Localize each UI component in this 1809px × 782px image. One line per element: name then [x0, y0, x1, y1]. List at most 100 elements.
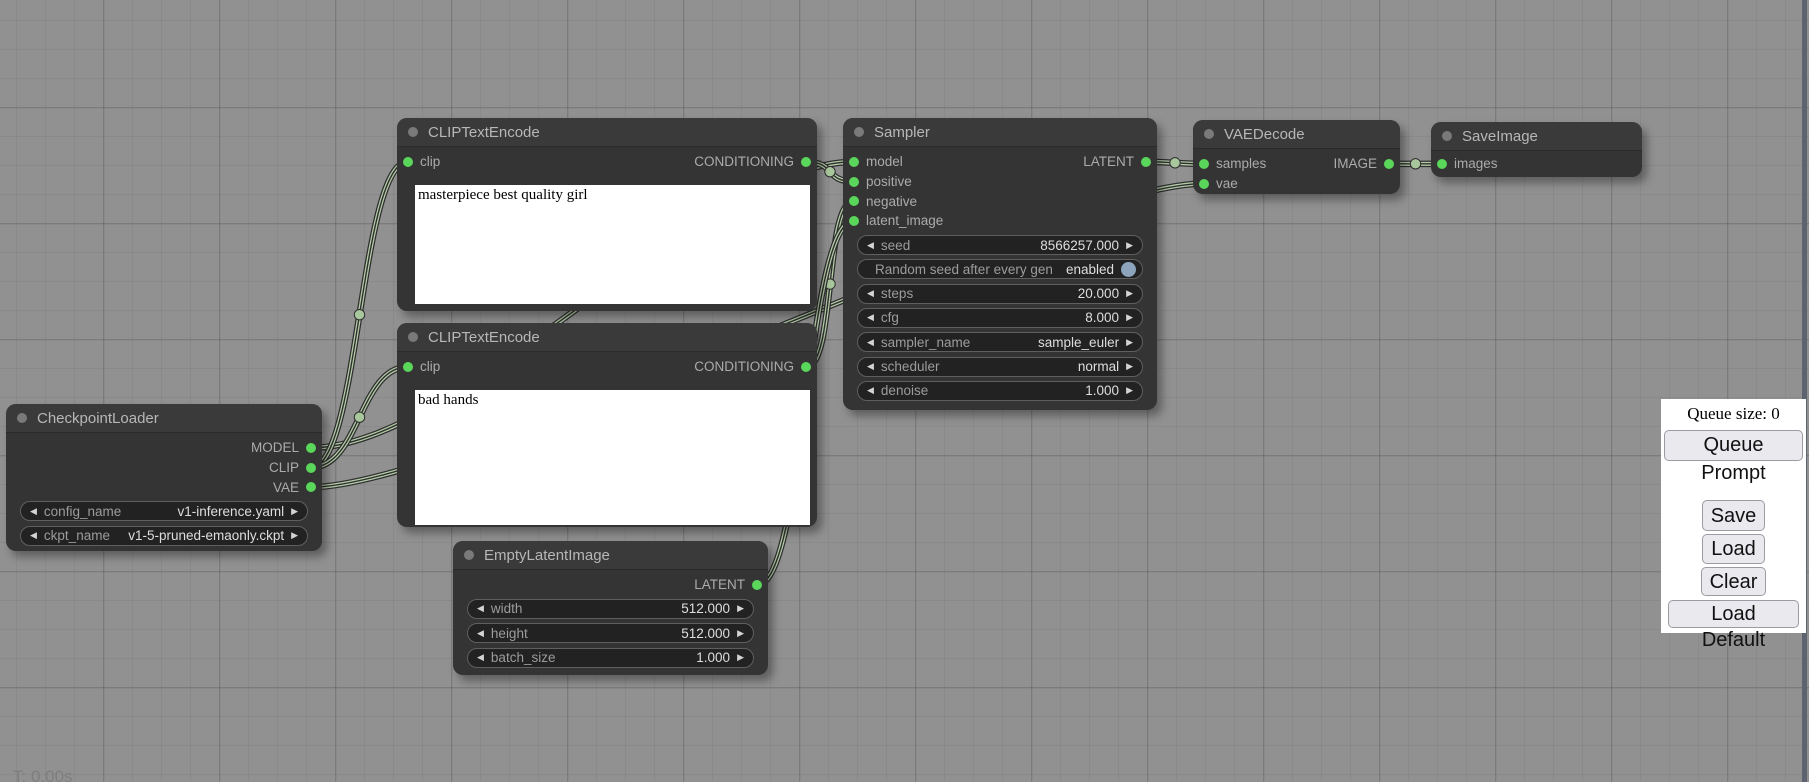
collapse-dot-icon[interactable]	[1204, 129, 1214, 139]
output-port-vae[interactable]	[306, 482, 316, 492]
node-save-image[interactable]: SaveImage images	[1431, 122, 1642, 177]
decrement-arrow-icon[interactable]: ◀	[477, 604, 484, 613]
increment-arrow-icon[interactable]: ▶	[737, 653, 744, 662]
input-slot-latent-image: latent_image	[849, 213, 943, 228]
increment-arrow-icon[interactable]: ▶	[1126, 289, 1133, 298]
collapse-dot-icon[interactable]	[17, 413, 27, 423]
output-port-conditioning[interactable]	[801, 362, 811, 372]
input-port-clip[interactable]	[403, 157, 413, 167]
prompt-textarea[interactable]: masterpiece best quality girl	[415, 185, 810, 304]
height-widget[interactable]: ◀ height 512.000 ▶	[467, 623, 754, 643]
increment-arrow-icon[interactable]: ▶	[737, 604, 744, 613]
clear-button[interactable]: Clear	[1701, 567, 1767, 596]
output-port-latent[interactable]	[752, 580, 762, 590]
output-slot-latent: LATENT	[1083, 154, 1151, 169]
increment-arrow-icon[interactable]: ▶	[1126, 241, 1133, 250]
increment-arrow-icon[interactable]: ▶	[291, 531, 298, 540]
node-title-bar[interactable]: CLIPTextEncode	[397, 323, 817, 352]
queue-size-label: Queue size: 0	[1661, 404, 1806, 424]
queue-prompt-button[interactable]: Queue Prompt	[1664, 430, 1803, 461]
decrement-arrow-icon[interactable]: ◀	[867, 313, 874, 322]
decrement-arrow-icon[interactable]: ◀	[867, 386, 874, 395]
decrement-arrow-icon[interactable]: ◀	[477, 629, 484, 638]
node-title-bar[interactable]: CheckpointLoader	[6, 404, 322, 433]
input-port-positive[interactable]	[849, 177, 859, 187]
collapse-dot-icon[interactable]	[854, 127, 864, 137]
config-name-widget[interactable]: ◀ config_name v1-inference.yaml ▶	[20, 501, 308, 521]
decrement-arrow-icon[interactable]: ◀	[867, 241, 874, 250]
node-title-bar[interactable]: SaveImage	[1431, 122, 1642, 151]
widget-value: 20.000	[1078, 286, 1119, 301]
output-port-latent[interactable]	[1141, 157, 1151, 167]
output-port-image[interactable]	[1384, 159, 1394, 169]
decrement-arrow-icon[interactable]: ◀	[30, 507, 37, 516]
load-button[interactable]: Load	[1702, 534, 1765, 564]
input-label: samples	[1216, 156, 1266, 171]
save-button[interactable]: Save	[1702, 500, 1766, 531]
increment-arrow-icon[interactable]: ▶	[1126, 338, 1133, 347]
decrement-arrow-icon[interactable]: ◀	[867, 289, 874, 298]
input-port-vae[interactable]	[1199, 179, 1209, 189]
cfg-widget[interactable]: ◀ cfg 8.000 ▶	[857, 308, 1143, 328]
scheduler-widget[interactable]: ◀ scheduler normal ▶	[857, 357, 1143, 377]
increment-arrow-icon[interactable]: ▶	[291, 507, 298, 516]
node-title: CLIPTextEncode	[428, 329, 540, 346]
node-vae-decode[interactable]: VAEDecode samples IMAGE vae	[1193, 120, 1400, 194]
output-port-model[interactable]	[306, 443, 316, 453]
widget-label: config_name	[44, 504, 121, 519]
input-port-clip[interactable]	[403, 362, 413, 372]
node-clip-text-encode-positive[interactable]: CLIPTextEncode clip CONDITIONING masterp…	[397, 118, 817, 311]
increment-arrow-icon[interactable]: ▶	[1126, 386, 1133, 395]
decrement-arrow-icon[interactable]: ◀	[30, 531, 37, 540]
node-title-bar[interactable]: VAEDecode	[1193, 120, 1400, 149]
toggle-indicator-icon[interactable]	[1121, 262, 1136, 277]
widget-label: steps	[881, 286, 913, 301]
node-title: VAEDecode	[1224, 126, 1305, 143]
node-title-bar[interactable]: Sampler	[843, 118, 1157, 147]
input-port-images[interactable]	[1437, 159, 1447, 169]
node-title-bar[interactable]: CLIPTextEncode	[397, 118, 817, 147]
collapse-dot-icon[interactable]	[464, 550, 474, 560]
batch-size-widget[interactable]: ◀ batch_size 1.000 ▶	[467, 648, 754, 668]
output-port-conditioning[interactable]	[801, 157, 811, 167]
sampler-name-widget[interactable]: ◀ sampler_name sample_euler ▶	[857, 332, 1143, 352]
widget-label: height	[491, 626, 528, 641]
decrement-arrow-icon[interactable]: ◀	[867, 362, 874, 371]
steps-widget[interactable]: ◀ steps 20.000 ▶	[857, 284, 1143, 304]
random-seed-toggle[interactable]: Random seed after every gen enabled	[857, 259, 1143, 279]
increment-arrow-icon[interactable]: ▶	[1126, 362, 1133, 371]
increment-arrow-icon[interactable]: ▶	[737, 629, 744, 638]
load-default-button[interactable]: Load Default	[1668, 600, 1799, 628]
output-slot-image: IMAGE	[1333, 156, 1394, 171]
input-label: model	[866, 154, 903, 169]
output-slot-clip: CLIP	[269, 460, 316, 475]
widget-label: batch_size	[491, 650, 556, 665]
input-port-negative[interactable]	[849, 196, 859, 206]
node-clip-text-encode-negative[interactable]: CLIPTextEncode clip CONDITIONING bad han…	[397, 323, 817, 527]
output-port-clip[interactable]	[306, 463, 316, 473]
node-sampler[interactable]: Sampler model LATENT positive	[843, 118, 1157, 410]
widget-value: 1.000	[1085, 383, 1119, 398]
node-title-bar[interactable]: EmptyLatentImage	[453, 541, 768, 570]
decrement-arrow-icon[interactable]: ◀	[867, 338, 874, 347]
ckpt-name-widget[interactable]: ◀ ckpt_name v1-5-pruned-emaonly.ckpt ▶	[20, 526, 308, 546]
increment-arrow-icon[interactable]: ▶	[1126, 313, 1133, 322]
output-label: VAE	[273, 480, 299, 495]
output-slot-model: MODEL	[251, 440, 316, 455]
denoise-widget[interactable]: ◀ denoise 1.000 ▶	[857, 381, 1143, 401]
decrement-arrow-icon[interactable]: ◀	[477, 653, 484, 662]
graph-canvas[interactable]: CheckpointLoader MODEL CLIP VAE	[0, 0, 1809, 782]
seed-widget[interactable]: ◀ seed 8566257.000 ▶	[857, 235, 1143, 255]
collapse-dot-icon[interactable]	[1442, 131, 1452, 141]
input-port-model[interactable]	[849, 157, 859, 167]
prompt-textarea[interactable]: bad hands	[415, 390, 810, 525]
node-empty-latent-image[interactable]: EmptyLatentImage LATENT ◀ width 512.000 …	[453, 541, 768, 675]
collapse-dot-icon[interactable]	[408, 332, 418, 342]
input-port-samples[interactable]	[1199, 159, 1209, 169]
node-checkpoint-loader[interactable]: CheckpointLoader MODEL CLIP VAE	[6, 404, 322, 551]
width-widget[interactable]: ◀ width 512.000 ▶	[467, 599, 754, 619]
collapse-dot-icon[interactable]	[408, 127, 418, 137]
node-title: Sampler	[874, 124, 930, 141]
widget-value: normal	[1078, 359, 1119, 374]
input-port-latent-image[interactable]	[849, 216, 859, 226]
